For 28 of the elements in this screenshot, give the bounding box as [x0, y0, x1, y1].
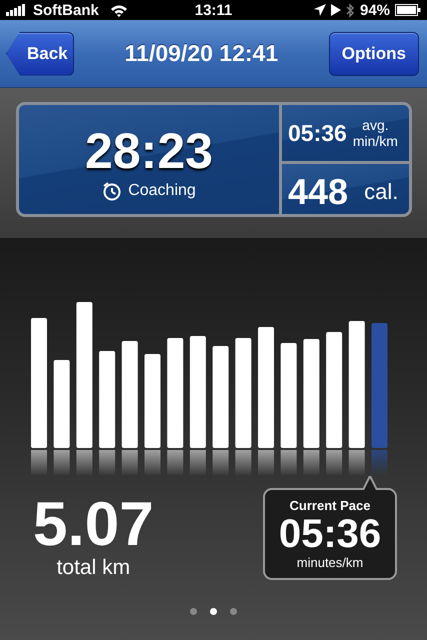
- distance-label: total km: [56, 556, 130, 580]
- bluetooth-icon: [346, 2, 355, 18]
- play-icon: [330, 4, 341, 16]
- current-pace-value: 05:36: [278, 513, 382, 555]
- clock-time: 13:11: [194, 2, 232, 18]
- options-button[interactable]: Options: [328, 32, 419, 76]
- avg-label: avg.: [362, 117, 389, 133]
- carrier-name: SoftBank: [33, 2, 99, 18]
- avg-pace-value: 05:36: [288, 120, 347, 146]
- current-pace-title: Current Pace: [290, 498, 370, 513]
- page-dot[interactable]: [190, 608, 197, 615]
- wifi-icon: [110, 4, 128, 16]
- coaching-label: Coaching: [128, 182, 196, 200]
- stopwatch-icon: [102, 180, 122, 200]
- duration-value: 28:23: [85, 124, 213, 176]
- calories-value: 448: [288, 171, 348, 213]
- page-dot[interactable]: [230, 608, 237, 615]
- battery-icon: [395, 4, 422, 16]
- current-pace-unit: minutes/km: [296, 555, 364, 570]
- signal-icon: [6, 4, 28, 16]
- page-dot[interactable]: [210, 608, 217, 615]
- location-arrow-icon: [314, 4, 326, 16]
- back-button[interactable]: Back: [6, 32, 74, 76]
- distance-value: 5.07: [33, 494, 154, 556]
- pace-unit: min/km: [352, 133, 398, 149]
- battery-level: 94%: [360, 2, 390, 18]
- screen-title: 11/09/20 12:41: [124, 40, 278, 67]
- calories-unit: cal.: [364, 179, 398, 205]
